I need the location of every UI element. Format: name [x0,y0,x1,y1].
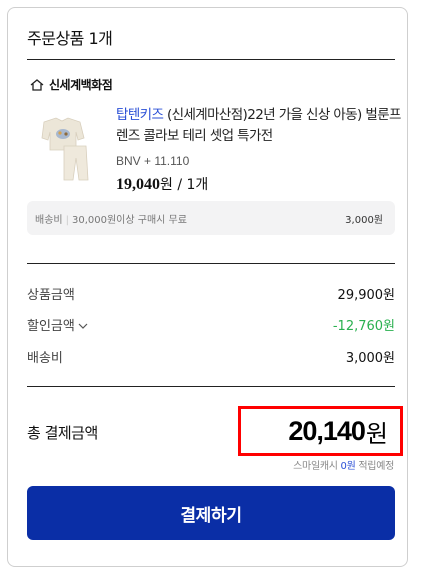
separator: | [65,214,69,226]
product-info: 탑텐키즈 (신세계마산점)22년 가을 신상 아동) 벌룬프렌즈 콜라보 테리 … [116,105,401,194]
order-items-title: 주문상품 1개 [27,29,113,48]
points-prefix: 스마일캐시 [293,461,341,472]
product-price-unit: 원 [160,177,173,193]
divider [27,263,395,264]
points-amount: 0원 [340,461,356,472]
product-amount-value: 29,900원 [337,288,395,303]
store-row[interactable]: 신세계백화점 [30,76,113,93]
total-amount-unit: 원 [365,419,388,448]
order-summary-panel: 주문상품 1개 신세계백화점 탑텐키즈 (신세계마산점)22년 가을 신상 아동… [7,7,408,567]
discount-row: 할인금액 -12,760원 [27,315,395,334]
discount-toggle[interactable]: 할인금액 [27,315,88,334]
product-name[interactable]: 탑텐키즈 (신세계마산점)22년 가을 신상 아동) 벌룬프렌즈 콜라보 테리 … [116,105,401,147]
product-price-amount: 19,040 [116,176,160,193]
store-name: 신세계백화점 [49,78,113,92]
total-amount-label: 총 결제금액 [27,424,98,442]
chevron-down-icon [78,323,88,329]
discount-label: 할인금액 [27,319,75,334]
shipping-box-label: 배송비 [35,214,63,226]
discount-value: -12,760원 [332,319,395,334]
product-brand[interactable]: 탑텐키즈 [116,107,164,123]
shipping-free-condition: 30,000원이상 구매시 무료 [71,214,187,226]
total-amount-value: 20,140 [288,415,366,446]
product-price: 19,040원 / 1개 [116,174,401,194]
product-amount-label: 상품금액 [27,288,75,303]
shipping-fee-label: 배송비 [27,351,63,366]
shipping-fee-value: 3,000원 [345,351,395,366]
product-option: BNV + 11.110 [116,154,190,168]
points-suffix: 적립예정 [355,461,394,472]
shipping-fee-row: 배송비 3,000원 [27,347,395,366]
shipping-box-fee: 3,000원 [345,214,383,226]
total-amount-highlight: 20,140 원 [238,406,403,456]
pay-button[interactable]: 결제하기 [27,486,395,540]
home-icon [30,78,44,91]
shipping-info-box: 배송비 | 30,000원이상 구매시 무료 3,000원 [27,201,395,235]
smile-cash-points: 스마일캐시 0원 적립예정 [293,457,394,472]
product-amount-row: 상품금액 29,900원 [27,284,395,303]
divider [27,386,395,387]
divider [27,59,395,60]
product-thumbnail[interactable] [34,112,96,184]
product-quantity: / 1개 [172,177,209,193]
